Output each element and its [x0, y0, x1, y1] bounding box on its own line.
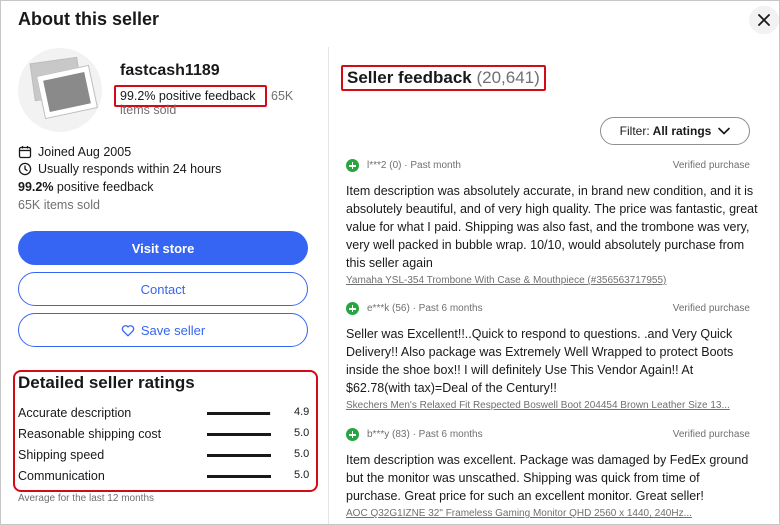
- filter-label: Filter:: [619, 124, 650, 138]
- rating-value: 4.9: [294, 406, 310, 418]
- close-button[interactable]: [749, 6, 779, 34]
- avatar-photo-front: [36, 64, 98, 120]
- feedback-review: b***y (83) · Past 6 months Verified purc…: [346, 427, 761, 519]
- chevron-down-icon: [718, 127, 731, 135]
- feedback-strong: 99.2%: [18, 180, 54, 194]
- verified-purchase-label: Verified purchase: [672, 160, 750, 171]
- detailed-ratings-title: Detailed seller ratings: [18, 373, 195, 392]
- clock-icon: [18, 162, 34, 176]
- review-user: e***k (56) · Past 6 months: [367, 303, 483, 314]
- rating-row: Communication 5.0: [18, 466, 310, 486]
- filter-value: All ratings: [652, 124, 712, 138]
- seller-feedback-title: Seller feedback (20,641): [347, 68, 540, 88]
- rating-row: Reasonable shipping cost 5.0: [18, 424, 310, 444]
- review-user: b***y (83) · Past 6 months: [367, 429, 483, 440]
- feedback-rest: positive feedback: [53, 180, 154, 194]
- feedback-review: l***2 (0) · Past month Verified purchase…: [346, 158, 761, 286]
- rating-row: Shipping speed 5.0: [18, 445, 310, 465]
- review-item-link[interactable]: Yamaha YSL-354 Trombone With Case & Mout…: [346, 275, 754, 286]
- contact-label: Contact: [140, 281, 186, 297]
- about-seller-modal: About this seller fastcash1189 99.2% pos…: [0, 0, 780, 525]
- rating-label: Reasonable shipping cost: [18, 427, 162, 441]
- items-sold-count: 65K: [271, 89, 294, 103]
- verified-purchase-label: Verified purchase: [672, 303, 750, 314]
- positive-rating-icon: [346, 302, 359, 315]
- rating-bar: [207, 412, 271, 415]
- rating-bar: [207, 433, 271, 436]
- calendar-icon: [18, 145, 34, 159]
- panel-divider: [328, 47, 329, 524]
- review-item-link[interactable]: Skechers Men's Relaxed Fit Respected Bos…: [346, 400, 754, 411]
- rating-value: 5.0: [294, 448, 310, 460]
- review-item-link[interactable]: AOC Q32G1IZNE 32" Frameless Gaming Monit…: [346, 508, 754, 519]
- review-text: Item description was absolutely accurate…: [346, 184, 758, 270]
- positive-rating-icon: [346, 159, 359, 172]
- joined-row: Joined Aug 2005: [18, 145, 131, 159]
- rating-label: Communication: [18, 469, 105, 483]
- rating-bar-fill: [207, 412, 270, 415]
- ratings-filter-dropdown[interactable]: Filter: All ratings: [600, 117, 750, 145]
- rating-value: 5.0: [294, 469, 310, 481]
- save-seller-button[interactable]: Save seller: [18, 313, 308, 347]
- close-icon: [758, 14, 770, 26]
- verified-purchase-label: Verified purchase: [672, 429, 750, 440]
- visit-store-button[interactable]: Visit store: [18, 231, 308, 265]
- seller-feedback-count: (20,641): [476, 68, 540, 87]
- rating-bar-fill: [207, 475, 271, 478]
- ratings-note: Average for the last 12 months: [18, 493, 155, 504]
- contact-button[interactable]: Contact: [18, 272, 308, 306]
- feedback-review: e***k (56) · Past 6 months Verified purc…: [346, 301, 761, 411]
- rating-bar: [207, 454, 271, 457]
- rating-label: Accurate description: [18, 406, 132, 420]
- response-row: Usually responds within 24 hours: [18, 162, 221, 176]
- modal-title: About this seller: [18, 9, 160, 29]
- rating-bar: [207, 475, 271, 478]
- items-sold-full: 65K items sold: [18, 198, 100, 212]
- save-seller-label: Save seller: [140, 322, 206, 338]
- review-user: l***2 (0) · Past month: [367, 160, 461, 171]
- rating-bar-fill: [207, 454, 271, 457]
- rating-label: Shipping speed: [18, 448, 105, 462]
- positive-rating-icon: [346, 428, 359, 441]
- rating-bar-fill: [207, 433, 271, 436]
- rating-value: 5.0: [294, 427, 310, 439]
- joined-text: Joined Aug 2005: [38, 145, 132, 159]
- feedback-row: 99.2% positive feedback: [18, 180, 154, 194]
- seller-feedback-label: Seller feedback: [347, 68, 472, 87]
- review-text: Seller was Excellent!!..Quick to respond…: [346, 327, 734, 395]
- heart-icon: [121, 324, 135, 336]
- items-sold-label: items sold: [120, 103, 177, 117]
- avatar: [18, 48, 102, 132]
- rating-row: Accurate description 4.9: [18, 403, 310, 423]
- review-text: Item description was excellent. Package …: [346, 453, 749, 503]
- feedback-percent: 99.2% positive feedback: [120, 89, 256, 103]
- response-text: Usually responds within 24 hours: [38, 162, 222, 176]
- seller-username[interactable]: fastcash1189: [120, 62, 220, 80]
- visit-store-label: Visit store: [131, 240, 195, 256]
